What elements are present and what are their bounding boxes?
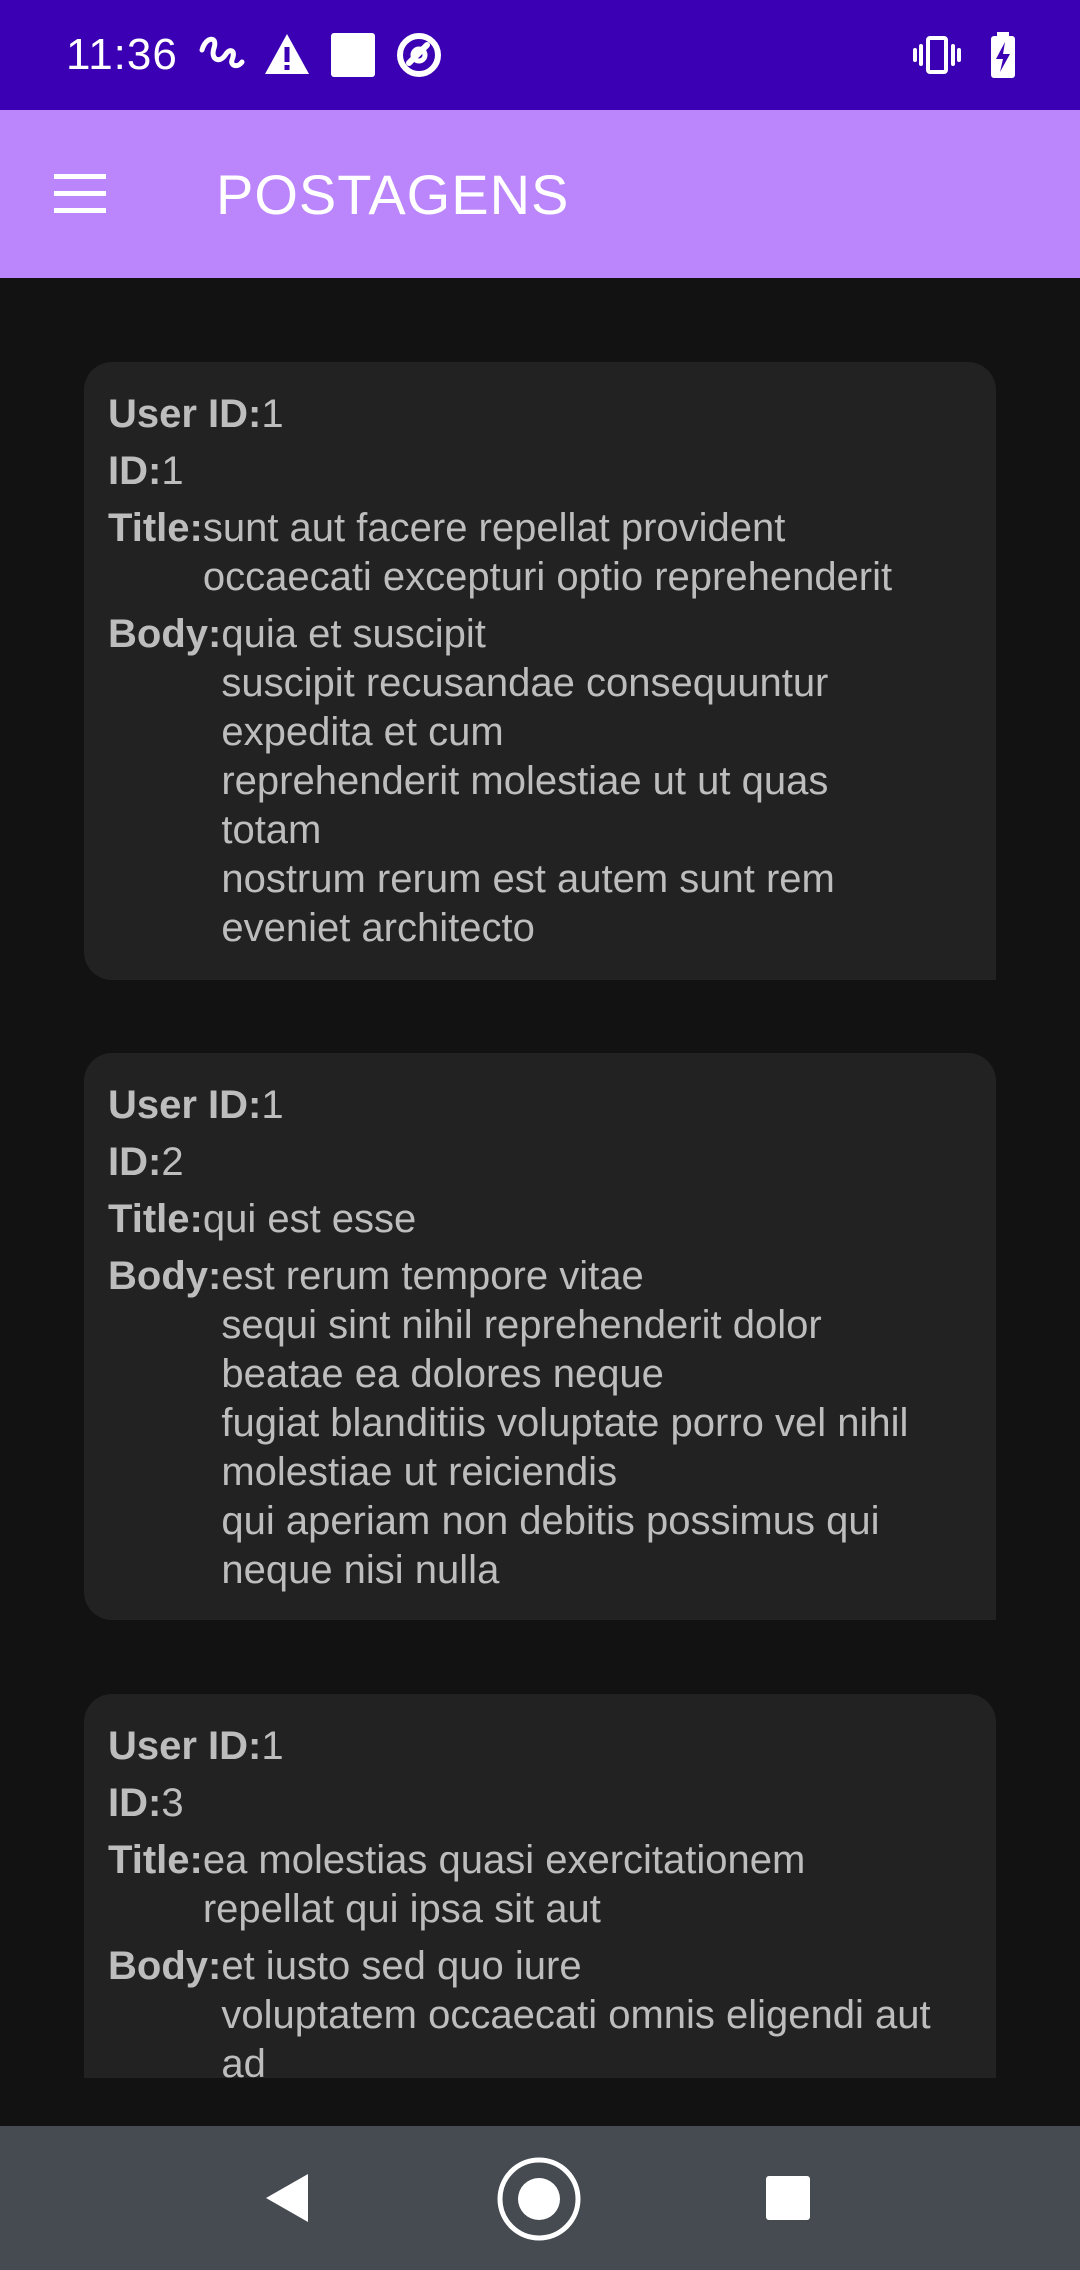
id-row: ID: 2: [108, 1138, 972, 1187]
post-card[interactable]: User ID: 1 ID: 2 Title: qui est esse Body: e…: [84, 1053, 996, 1620]
status-bar: 11:36: [0, 0, 1080, 110]
title-label: Title:: [108, 1197, 203, 1241]
title-value: qui est esse: [202, 1197, 417, 1241]
body-label: Body:: [108, 1944, 222, 1988]
title-value: sunt aut facere repellat provident occae…: [202, 506, 893, 599]
id-row: ID: 1: [108, 447, 972, 496]
id-label: ID:: [108, 1140, 162, 1184]
vibrate-icon: [913, 36, 961, 74]
id-value: 1: [161, 449, 184, 493]
title-row: Title: ea molestias quasi exercitationem …: [108, 1836, 972, 1934]
title-row: Title: qui est esse: [108, 1195, 972, 1244]
body-value: est rerum tempore vitae sequi sint nihil…: [221, 1254, 909, 1592]
home-icon[interactable]: [496, 2156, 582, 2242]
body-value: et iusto sed quo iure voluptatem occaeca…: [221, 1944, 931, 2078]
post-card[interactable]: User ID: 1 ID: 3 Title: ea molestias quasi …: [84, 1694, 996, 2078]
body-value: quia et suscipit suscipit recusandae con…: [221, 612, 835, 950]
body-label: Body:: [108, 1254, 222, 1298]
user-id-row: User ID: 1: [108, 1081, 972, 1130]
user-id-value: 1: [261, 1724, 284, 1768]
user-id-value: 1: [261, 1083, 284, 1127]
navigation-bar: [0, 2126, 1080, 2270]
warning-icon: [265, 34, 309, 74]
user-id-label: User ID:: [108, 392, 262, 436]
id-label: ID:: [108, 1781, 162, 1825]
white-square-icon: [331, 33, 375, 77]
user-id-row: User ID: 1: [108, 390, 972, 439]
back-icon[interactable]: [258, 2170, 314, 2226]
at-sign-icon: [397, 33, 441, 77]
title-label: Title:: [108, 506, 203, 550]
id-label: ID:: [108, 449, 162, 493]
id-row: ID: 3: [108, 1779, 972, 1828]
status-time: 11:36: [66, 30, 178, 79]
app-bar: POSTAGENS: [0, 110, 1080, 278]
body-row: Body: quia et suscipit suscipit recusanda…: [108, 610, 972, 953]
app-title: POSTAGENS: [216, 163, 570, 226]
battery-charging-icon: [991, 32, 1015, 78]
title-row: Title: sunt aut facere repellat provident…: [108, 504, 972, 602]
user-id-value: 1: [261, 392, 284, 436]
squiggle-notification-icon: [199, 36, 245, 69]
user-id-label: User ID:: [108, 1083, 262, 1127]
post-card[interactable]: User ID: 1 ID: 1 Title: sunt aut facere rep…: [84, 362, 996, 980]
recents-icon[interactable]: [764, 2174, 812, 2222]
title-value: ea molestias quasi exercitationem repell…: [202, 1838, 806, 1931]
id-value: 3: [161, 1781, 184, 1825]
user-id-row: User ID: 1: [108, 1722, 972, 1771]
body-row: Body: est rerum tempore vitae sequi sint …: [108, 1252, 972, 1595]
title-label: Title:: [108, 1838, 203, 1882]
body-row: Body: et iusto sed quo iure voluptatem oc…: [108, 1942, 972, 2078]
hamburger-menu-icon[interactable]: [48, 168, 112, 220]
body-label: Body:: [108, 612, 222, 656]
posts-list[interactable]: User ID: 1 ID: 1 Title: sunt aut facere rep…: [0, 278, 1080, 2078]
id-value: 2: [161, 1140, 184, 1184]
user-id-label: User ID:: [108, 1724, 262, 1768]
